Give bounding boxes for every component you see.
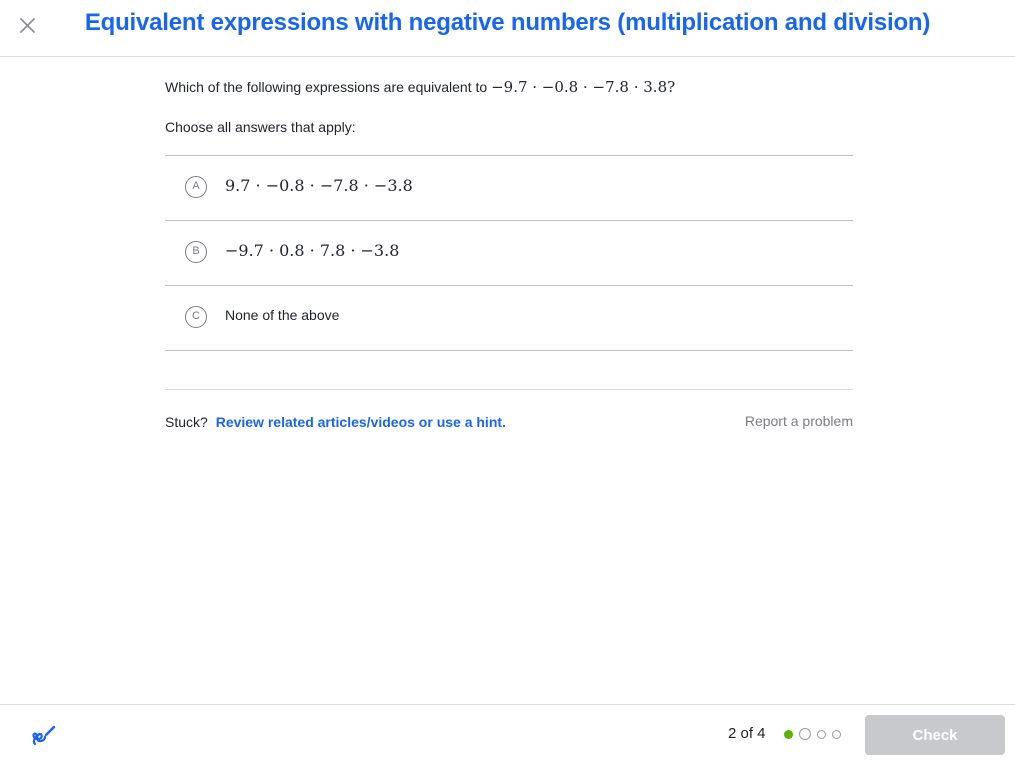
choice-a[interactable]: A 9.7 · −0.8 · −7.8 · −3.8 [165,156,853,221]
choice-letter-b: B [185,241,207,263]
choice-text-a: 9.7 · −0.8 · −7.8 · −3.8 [225,176,413,195]
question-stem: Which of the following expressions are e… [165,79,488,95]
choice-c[interactable]: C None of the above [165,286,853,351]
choice-text-b: −9.7 · 0.8 · 7.8 · −3.8 [225,241,400,260]
check-button[interactable]: Check [865,715,1005,755]
choice-letter-c: C [185,306,207,328]
report-problem-link[interactable]: Report a problem [745,413,853,429]
progress-text: 2 of 4 [728,725,766,742]
divider [165,389,853,390]
choice-b[interactable]: B −9.7 · 0.8 · 7.8 · −3.8 [165,221,853,286]
progress-dot-pending [817,730,826,739]
header: Equivalent expressions with negative num… [0,0,1015,57]
question-expression: −9.7 · −0.8 · −7.8 · 3.8 [491,78,668,96]
stuck-label: Stuck? [165,414,208,430]
choice-letter-a: A [185,176,207,198]
exercise-page: Equivalent expressions with negative num… [0,0,1015,763]
progress-dot-current [799,728,811,740]
choice-text-c: None of the above [225,307,340,323]
hint-link[interactable]: Review related articles/videos or use a … [216,414,506,430]
pencil-scratchpad-icon[interactable] [29,722,57,750]
answer-prompt: Choose all answers that apply: [165,119,356,135]
footer: 2 of 4 Check [0,704,1015,763]
progress-dot-completed [784,730,793,739]
page-title: Equivalent expressions with negative num… [84,9,931,36]
close-icon[interactable] [14,12,40,38]
choice-list: A 9.7 · −0.8 · −7.8 · −3.8 B −9.7 · 0.8 … [165,155,853,351]
help-line: Stuck? Review related articles/videos or… [165,414,506,430]
question-text: Which of the following expressions are e… [165,78,675,96]
question-end: ? [667,78,676,96]
progress-dot-pending [832,730,841,739]
